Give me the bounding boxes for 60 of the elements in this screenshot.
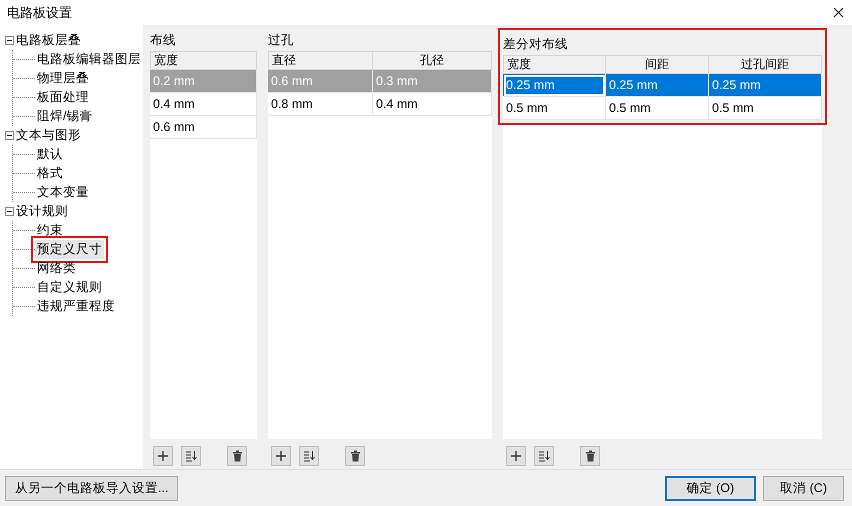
table-cell[interactable]: 0.5 mm: [503, 97, 606, 120]
tree-item[interactable]: 文本变量: [35, 183, 91, 202]
trash-icon: [350, 450, 360, 462]
sort-button[interactable]: [181, 446, 201, 466]
tree-item[interactable]: 违规严重程度: [35, 297, 117, 316]
sort-button[interactable]: [299, 446, 319, 466]
sort-down-icon: [185, 450, 197, 462]
column-header[interactable]: 宽度: [150, 51, 257, 70]
import-settings-button[interactable]: 从另一个电路板导入设置...: [5, 476, 178, 500]
add-button[interactable]: [271, 446, 291, 466]
tree-item[interactable]: 电路板编辑器图层: [35, 50, 143, 69]
collapse-icon[interactable]: [5, 207, 14, 216]
sort-button[interactable]: [534, 446, 554, 466]
table-cell[interactable]: 0.25 mm: [503, 74, 606, 97]
ok-button[interactable]: 确定 (O): [664, 476, 756, 500]
sort-down-icon: [303, 450, 315, 462]
tree-item[interactable]: 自定义规则: [35, 278, 104, 297]
column-header[interactable]: 间距: [606, 55, 709, 74]
column-header[interactable]: 宽度: [503, 55, 606, 74]
sort-down-icon: [538, 450, 550, 462]
table-cell[interactable]: 0.5 mm: [606, 97, 709, 120]
close-icon[interactable]: [833, 7, 844, 18]
tree-item[interactable]: 阻焊/锡膏: [35, 107, 94, 126]
table-cell[interactable]: 0.4 mm: [373, 93, 492, 116]
plus-icon: [275, 450, 287, 462]
trash-icon: [232, 450, 242, 462]
plus-icon: [157, 450, 169, 462]
collapse-icon[interactable]: [5, 36, 14, 45]
table-cell[interactable]: 0.25 mm: [709, 74, 822, 97]
column-header[interactable]: 过孔间距: [709, 55, 822, 74]
tree-item[interactable]: 文本与图形: [16, 127, 81, 144]
section-title: 布线: [150, 32, 177, 49]
tree-item[interactable]: 格式: [35, 164, 65, 183]
trash-icon: [584, 450, 596, 462]
table-cell[interactable]: 0.5 mm: [709, 97, 822, 120]
window-title: 电路板设置: [7, 4, 72, 22]
tree-item[interactable]: 物理层叠: [35, 69, 91, 88]
table-cell[interactable]: 0.25 mm: [606, 74, 709, 97]
section-title: 过孔: [268, 32, 295, 49]
delete-button[interactable]: [580, 446, 600, 466]
delete-button[interactable]: [227, 446, 247, 466]
add-button[interactable]: [153, 446, 173, 466]
tree-item[interactable]: 默认: [35, 145, 65, 164]
tree-item[interactable]: 预定义尺寸: [35, 240, 104, 259]
collapse-icon[interactable]: [5, 131, 14, 140]
table-cell[interactable]: 0.8 mm: [268, 93, 373, 116]
tree-item[interactable]: 约束: [35, 221, 65, 240]
table-cell[interactable]: 0.4 mm: [150, 93, 257, 116]
tree-item[interactable]: 设计规则: [16, 203, 68, 220]
tree-item[interactable]: 网络类: [35, 259, 78, 278]
cancel-button[interactable]: 取消 (C): [763, 476, 844, 500]
table-cell[interactable]: 0.6 mm: [150, 116, 257, 139]
column-header[interactable]: 直径: [268, 51, 373, 70]
delete-button[interactable]: [345, 446, 365, 466]
tree-item[interactable]: 板面处理: [35, 88, 91, 107]
tree-item[interactable]: 电路板层叠: [16, 32, 81, 49]
section-title: 差分对布线: [503, 36, 569, 53]
column-header[interactable]: 孔径: [373, 51, 492, 70]
add-button[interactable]: [506, 446, 526, 466]
plus-icon: [510, 450, 522, 462]
